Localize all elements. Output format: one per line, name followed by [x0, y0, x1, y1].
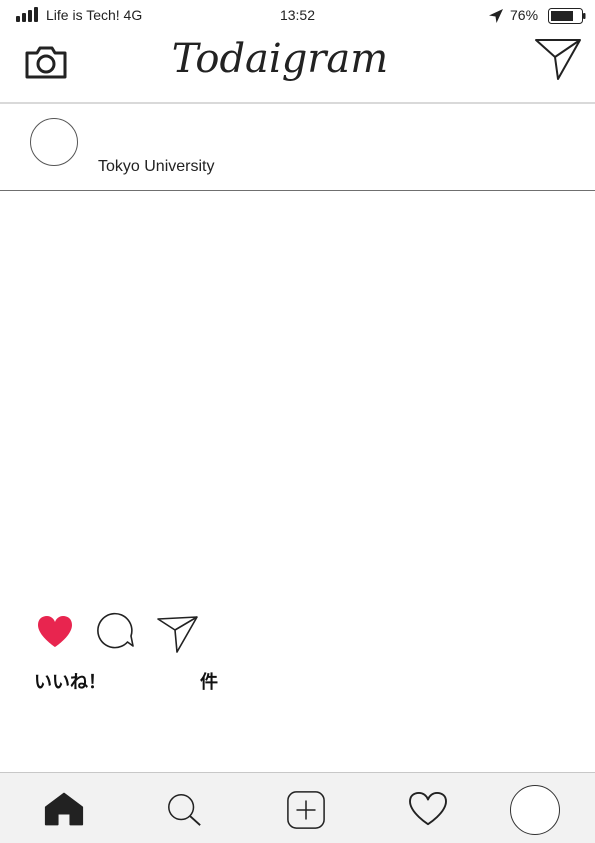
- share-send-icon[interactable]: [156, 614, 200, 656]
- post-username[interactable]: Tokyo University: [98, 158, 214, 176]
- comment-bubble-icon[interactable]: [96, 612, 136, 652]
- tab-home[interactable]: [40, 773, 90, 843]
- like-heart-icon[interactable]: [36, 614, 74, 650]
- post-author-avatar[interactable]: [30, 118, 78, 166]
- camera-icon[interactable]: [24, 44, 68, 80]
- tab-add-post[interactable]: [282, 773, 332, 843]
- direct-message-icon[interactable]: [534, 38, 582, 82]
- home-icon: [44, 792, 84, 826]
- tab-search[interactable]: [160, 773, 210, 843]
- post-header: Tokyo University: [0, 104, 595, 191]
- likes-label: いいね！: [34, 672, 106, 692]
- app-header: Todaigram: [0, 32, 595, 104]
- activity-heart-icon: [409, 791, 447, 826]
- location-arrow-icon: [489, 9, 503, 23]
- bottom-tab-bar: [0, 772, 595, 843]
- post-image[interactable]: [0, 191, 595, 601]
- battery-percentage: 76%: [510, 7, 539, 23]
- tab-activity[interactable]: [404, 773, 454, 843]
- app-logo: Todaigram: [171, 36, 389, 82]
- battery-icon: [548, 8, 586, 24]
- status-time: 13:52: [279, 7, 316, 23]
- likes-summary: いいね！ 件: [34, 668, 334, 694]
- search-icon: [168, 794, 201, 826]
- profile-avatar[interactable]: [510, 785, 560, 835]
- status-bar: Life is Tech! 4G 13:52 76%: [0, 0, 595, 32]
- likes-unit: 件: [200, 672, 218, 692]
- add-post-icon: [287, 791, 325, 829]
